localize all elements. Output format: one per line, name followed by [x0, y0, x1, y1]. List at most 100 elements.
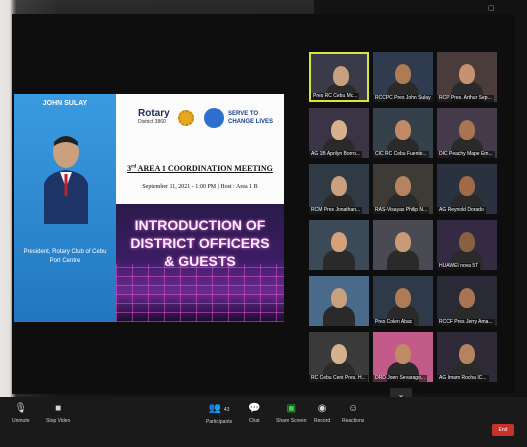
video-camera-icon: ■ [55, 403, 62, 414]
participant-tile[interactable] [309, 220, 369, 270]
record-button[interactable]: ◉ Record [314, 403, 330, 424]
intro-line-1: INTRODUCTION OF [134, 217, 266, 233]
participant-tile[interactable]: RCP Pres. Arthur Sep... [437, 52, 497, 102]
participant-tile[interactable]: RCCF Pres Jerry Ama... [437, 276, 497, 326]
participant-tile[interactable]: CIC RC Cebu Fuente... [373, 108, 433, 158]
participant-tile[interactable]: HUAWEI nova 5T [437, 220, 497, 270]
intro-line-3: & GUESTS [164, 253, 236, 269]
participant-face [331, 120, 347, 140]
participant-tile[interactable]: RCM Pres Jonathan... [309, 164, 369, 214]
chat-icon: 💬 [248, 403, 261, 414]
participant-name: AG 1B Aprilyn Borro... [309, 151, 362, 158]
participant-face [395, 288, 411, 308]
intro-heading: INTRODUCTION OF DISTRICT OFFICERS & GUES… [116, 216, 284, 270]
window-corner-icon: ▢ [488, 5, 495, 12]
participant-tile[interactable]: AG Reynold Dorado [437, 164, 497, 214]
share-screen-icon: ▣ [286, 403, 297, 414]
participant-face [395, 64, 411, 84]
participant-name: Pres RC Cebu Mc... [311, 93, 360, 100]
mic-muted-icon: 🎙 [14, 403, 28, 414]
participant-face [333, 66, 349, 86]
presenter-photo [44, 136, 88, 224]
participant-tile[interactable]: RCCPC Pres John Sulay [373, 52, 433, 102]
participant-name: HUAWEI nova 5T [437, 263, 481, 270]
participant-name: RAS-Visayas Philip N... [373, 207, 430, 214]
participants-button[interactable]: 👥 43 Participants [206, 403, 232, 425]
participant-name: DIC Peachy Mape Em... [437, 151, 495, 158]
participant-tile[interactable]: DIC Peachy Mape Em... [437, 108, 497, 158]
participant-face [331, 176, 347, 196]
participant-tile[interactable]: AG Imam Rocha IC... [437, 332, 497, 382]
participants-count: 43 [223, 407, 230, 413]
meeting-date: September 11, 2021 - 1:00 PM | Host : Ar… [142, 184, 258, 190]
participant-face [459, 64, 475, 84]
participant-face [459, 288, 475, 308]
participant-gallery: Pres RC Cebu Mc... RCCPC Pres John Sulay R… [309, 52, 499, 390]
participant-face [395, 176, 411, 196]
serve-tagline: SERVE TO CHANGE LIVES [228, 111, 274, 125]
intro-banner: INTRODUCTION OF DISTRICT OFFICERS & GUES… [116, 204, 284, 322]
participant-body [387, 250, 419, 270]
participant-name: RC Cebu Cent Pres. H... [309, 375, 368, 382]
neon-grid [116, 264, 284, 322]
meeting-number-suffix: rd [131, 164, 137, 170]
shared-slide: Rotary District 3860 SERVE TO CHANGE LIV… [116, 94, 284, 322]
presenter-card: JOHN SULAY President, Rotary Club of Ceb… [14, 94, 116, 322]
participant-face [395, 232, 411, 252]
participant-face [395, 120, 411, 140]
participant-tile[interactable]: RAS-Visayas Philip N... [373, 164, 433, 214]
share-screen-label: Share Screen [276, 418, 307, 424]
participant-tile[interactable]: AG 1B Aprilyn Borro... [309, 108, 369, 158]
stop-video-button[interactable]: ■ Stop Video [46, 403, 70, 424]
participants-icon: 👥 43 [208, 403, 230, 414]
chat-button[interactable]: 💬 Chat [248, 403, 260, 424]
reactions-button[interactable]: ☺ Reactions [342, 403, 364, 424]
participants-label: Participants [206, 419, 233, 425]
participant-name: RCM Pres Jonathan... [309, 207, 363, 214]
participant-body [323, 306, 355, 326]
district-label: District 3860 [138, 119, 166, 125]
participant-name: Pres Colen Abac [373, 319, 415, 326]
unmute-label: Unmute [12, 418, 30, 424]
intro-line-2: DISTRICT OFFICERS [130, 235, 270, 251]
participant-tile[interactable] [373, 220, 433, 270]
participant-name: CIC RC Cebu Fuente... [373, 151, 429, 158]
chat-label: Chat [248, 418, 260, 424]
participant-tile[interactable]: DRD Joen Sevarago... [373, 332, 433, 382]
record-label: Record [314, 418, 331, 424]
participant-name: DRD Joen Sevarago... [373, 375, 428, 382]
photo-frame: ▢ JOHN SULAY President, Rotary Club of C… [0, 0, 527, 447]
unmute-button[interactable]: 🎙 Unmute [12, 403, 30, 424]
participant-face [331, 344, 347, 364]
participant-face [459, 176, 475, 196]
presenter-name: JOHN SULAY [42, 100, 88, 107]
participant-name: RCP Pres. Arthur Sep... [437, 95, 494, 102]
participant-face [459, 344, 475, 364]
reactions-icon: ☺ [348, 403, 359, 414]
reactions-label: Reactions [342, 418, 365, 424]
meeting-title: 3rd AREA 1 COORDINATION MEETING [122, 164, 278, 173]
record-icon: ◉ [317, 403, 327, 414]
participant-body [323, 250, 355, 270]
participant-face [331, 288, 347, 308]
presenter-title: President, Rotary Club of Cebu Port Cent… [23, 249, 107, 264]
participant-name: AG Reynold Dorado [437, 207, 486, 214]
participant-name: RCCPC Pres John Sulay [373, 95, 433, 102]
rotary-wheel-icon [178, 110, 194, 126]
meeting-toolbar: 🎙 Unmute ■ Stop Video 👥 43 Participants … [0, 397, 527, 447]
share-screen-button[interactable]: ▣ Share Screen [276, 403, 307, 424]
serve-logo-icon [204, 108, 224, 128]
participant-tile[interactable]: Pres RC Cebu Mc... [309, 52, 369, 102]
participant-tile[interactable]: RC Cebu Cent Pres. H... [309, 332, 369, 382]
participant-face [395, 344, 411, 364]
end-meeting-button[interactable]: End [492, 424, 514, 436]
meeting-title-text: AREA 1 COORDINATION MEETING [137, 164, 273, 173]
stop-video-label: Stop Video [46, 418, 71, 424]
participant-face [459, 232, 475, 252]
participant-face [331, 232, 347, 252]
participant-tile[interactable] [309, 276, 369, 326]
rotary-logo-text: Rotary District 3860 [138, 108, 170, 125]
participant-tile[interactable]: Pres Colen Abac [373, 276, 433, 326]
participant-face [459, 120, 475, 140]
participant-name: AG Imam Rocha IC... [437, 375, 489, 382]
